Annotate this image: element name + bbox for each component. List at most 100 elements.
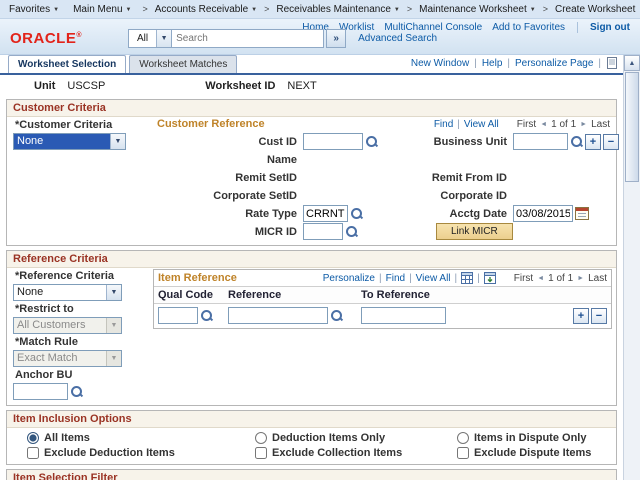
view-all-link[interactable]: View All [464, 119, 499, 130]
breadcrumb-accounts-receivable[interactable]: Accounts Receivable ▼ [150, 4, 262, 15]
next-row-icon[interactable]: ► [577, 275, 584, 282]
breadcrumb-main-menu[interactable]: Main Menu ▼ [68, 4, 136, 15]
find-link[interactable]: Find [386, 273, 405, 284]
deduction-items-only-option[interactable]: Deduction Items Only [255, 432, 457, 444]
exclude-dispute-items-checkbox[interactable] [457, 447, 469, 459]
all-items-radio[interactable] [27, 432, 39, 444]
add-to-favorites-link[interactable]: Add to Favorites [492, 22, 565, 33]
lookup-icon[interactable] [345, 225, 358, 238]
reference-input[interactable] [228, 307, 328, 324]
search-scope-select[interactable]: All ▼ [128, 29, 172, 48]
search-go-button[interactable]: » [326, 29, 346, 48]
chevron-down-icon: ▼ [106, 351, 121, 366]
delete-row-button[interactable]: − [603, 134, 619, 150]
chevron-down-icon: ▼ [53, 7, 59, 13]
acctg-date-input[interactable] [513, 205, 573, 222]
exclude-deduction-items-checkbox[interactable] [27, 447, 39, 459]
page-body: Unit USCSP Worksheet ID NEXT Customer Cr… [0, 75, 640, 480]
key-fields: Unit USCSP Worksheet ID NEXT [0, 75, 623, 95]
tab-worksheet-matches[interactable]: Worksheet Matches [129, 55, 237, 73]
breadcrumb-favorites[interactable]: Favorites ▼ [4, 4, 64, 15]
download-icon[interactable] [484, 272, 496, 284]
new-window-link[interactable]: New Window [411, 58, 469, 69]
copy-url-icon[interactable] [606, 57, 618, 69]
micr-id-input[interactable] [303, 223, 343, 240]
add-row-button[interactable]: + [585, 134, 601, 150]
search-bar: All ▼ » Advanced Search [128, 29, 437, 48]
advanced-search-link[interactable]: Advanced Search [358, 33, 437, 44]
customer-criteria-select[interactable]: None ▼ [13, 133, 126, 150]
previous-row-icon[interactable]: ◄ [537, 275, 544, 282]
chevron-down-icon: ▼ [394, 7, 400, 13]
to-reference-column-header: To Reference [357, 287, 611, 303]
lookup-icon[interactable] [330, 309, 343, 322]
chevron-down-icon: ▼ [106, 318, 121, 333]
exclude-collection-items-option[interactable]: Exclude Collection Items [255, 447, 457, 459]
breadcrumb-create-worksheet[interactable]: Create Worksheet [550, 4, 640, 15]
link-micr-button[interactable]: Link MICR [436, 223, 513, 240]
find-link[interactable]: Find [434, 119, 453, 130]
exclude-dispute-items-option[interactable]: Exclude Dispute Items [457, 447, 610, 459]
lookup-icon[interactable] [570, 135, 583, 148]
rate-type-input[interactable] [303, 205, 348, 222]
zoom-grid-icon[interactable] [461, 272, 473, 284]
qual-code-input[interactable] [158, 307, 198, 324]
help-link[interactable]: Help [482, 58, 503, 69]
reference-column-header: Reference [224, 287, 357, 303]
reference-criteria-select[interactable]: None ▼ [13, 284, 122, 301]
restrict-to-selected-value: All Customers [14, 318, 106, 333]
next-row-icon[interactable]: ► [580, 121, 587, 128]
acctg-date-label: Acctg Date [428, 208, 513, 220]
search-input[interactable] [172, 29, 324, 48]
business-unit-label: Business Unit [428, 136, 513, 148]
worksheet-id-value: NEXT [287, 80, 316, 92]
chevron-down-icon: ▼ [251, 7, 257, 13]
to-reference-input[interactable] [361, 307, 446, 324]
breadcrumb-maintenance-worksheet[interactable]: Maintenance Worksheet ▼ [414, 4, 541, 15]
all-items-option[interactable]: All Items [27, 432, 255, 444]
chevron-down-icon: ▼ [126, 7, 132, 13]
page-links: New Window | Help | Personalize Page | [411, 57, 618, 69]
lookup-icon[interactable] [350, 207, 363, 220]
breadcrumb-label: Main Menu [73, 4, 122, 15]
exclude-deduction-items-option[interactable]: Exclude Deduction Items [27, 447, 255, 459]
breadcrumb-receivables-maintenance[interactable]: Receivables Maintenance ▼ [271, 4, 404, 15]
cust-id-input[interactable] [303, 133, 363, 150]
view-all-link[interactable]: View All [416, 273, 451, 284]
tab-worksheet-selection[interactable]: Worksheet Selection [8, 55, 126, 73]
customer-criteria-label: *Customer Criteria [15, 119, 155, 132]
registered-mark: ® [76, 32, 82, 39]
personalize-link[interactable]: Personalize [323, 273, 375, 284]
divider [577, 22, 578, 33]
add-row-button[interactable]: + [573, 308, 589, 324]
corporate-setid-label: Corporate SetID [155, 190, 303, 202]
exclude-collection-items-checkbox[interactable] [255, 447, 267, 459]
separator: | [507, 58, 510, 69]
deduction-items-only-radio[interactable] [255, 432, 267, 444]
row-count: 1 of 1 [548, 273, 573, 284]
lookup-icon[interactable] [70, 385, 83, 398]
personalize-page-link[interactable]: Personalize Page [515, 58, 593, 69]
vertical-scrollbar[interactable]: ▲ [623, 55, 640, 480]
customer-criteria-selected-value: None [14, 134, 110, 149]
lookup-icon[interactable] [200, 309, 213, 322]
business-unit-input[interactable] [513, 133, 568, 150]
chevron-down-icon: ▼ [156, 30, 171, 47]
scroll-up-button[interactable]: ▲ [624, 55, 640, 71]
sign-out-link[interactable]: Sign out [590, 22, 630, 33]
search-scope-value: All [129, 33, 156, 44]
grid-data-row: + − [154, 304, 611, 328]
anchor-bu-input[interactable] [13, 383, 68, 400]
calendar-icon[interactable] [575, 207, 589, 220]
separator: | [409, 273, 412, 284]
last-label: Last [591, 119, 610, 130]
items-in-dispute-only-radio[interactable] [457, 432, 469, 444]
first-label: First [514, 273, 533, 284]
lookup-icon[interactable] [365, 135, 378, 148]
scrollbar-thumb[interactable] [625, 72, 639, 182]
previous-row-icon[interactable]: ◄ [540, 121, 547, 128]
item-reference-nav: Personalize | Find | View All | | First … [323, 272, 607, 284]
items-in-dispute-only-option[interactable]: Items in Dispute Only [457, 432, 610, 444]
delete-row-button[interactable]: − [591, 308, 607, 324]
first-label: First [517, 119, 536, 130]
